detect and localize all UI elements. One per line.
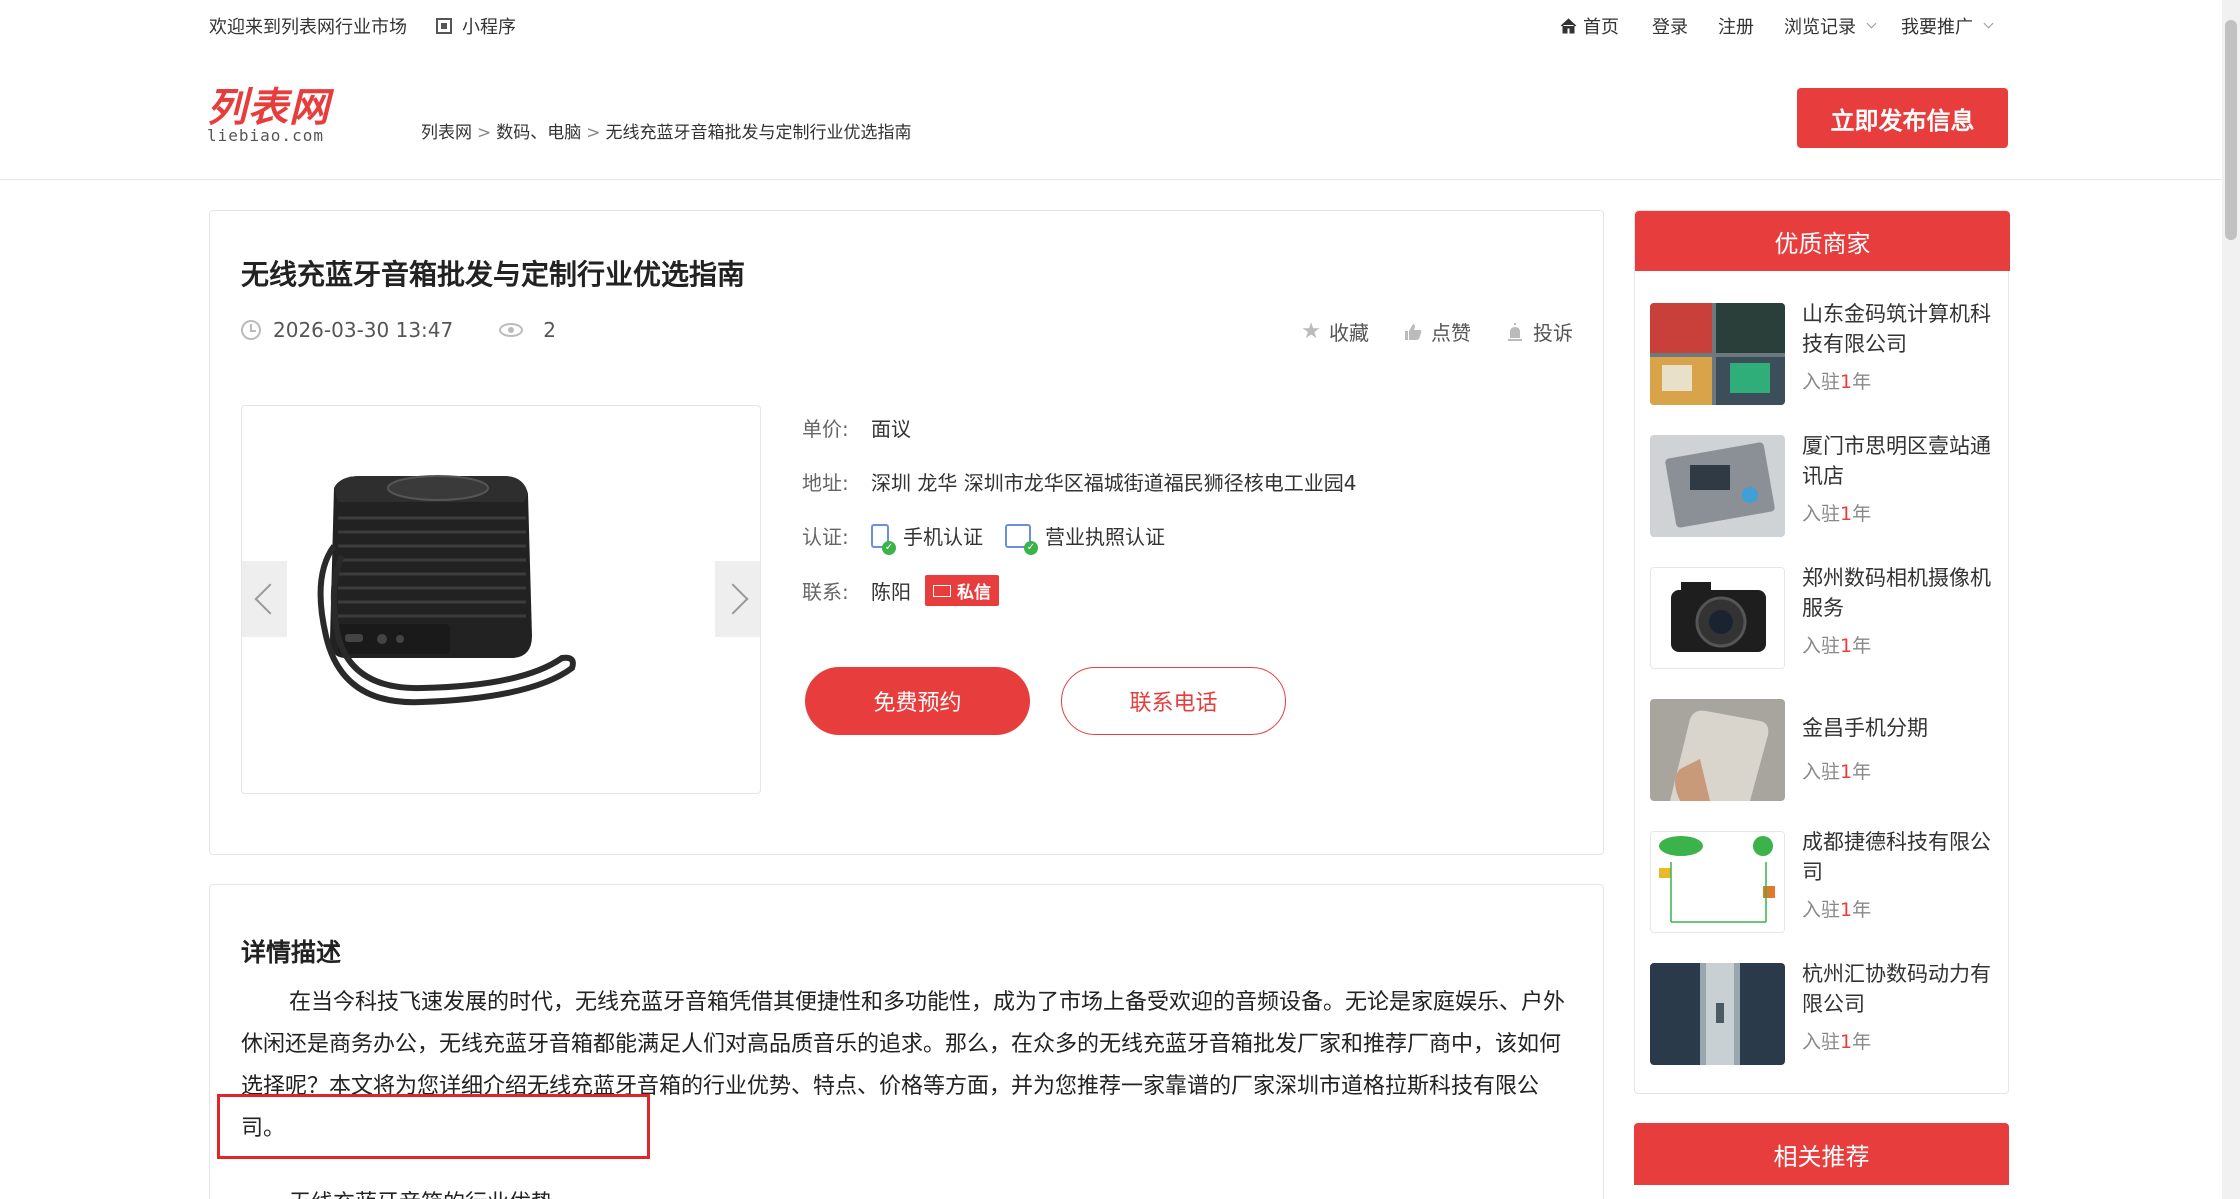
like-label: 点赞 <box>1431 321 1471 345</box>
contact-row: 联系: 陈阳 私信 <box>802 575 999 606</box>
listing-actions: ★ 收藏 点赞 投诉 <box>1301 317 1573 346</box>
description-subheading: 无线充蓝牙音箱的行业优势 <box>289 1185 553 1199</box>
like-button[interactable]: 点赞 <box>1403 317 1471 346</box>
clock-icon <box>241 320 261 340</box>
merchant-years: 入驻1年 <box>1802 761 1872 783</box>
view-count: 2 <box>543 318 556 342</box>
merchant-years: 入驻1年 <box>1802 899 1872 921</box>
address-row: 地址: 深圳 龙华 深圳市龙华区福城街道福民狮径核电工业园4 <box>802 467 1356 496</box>
related-recommendations-title: 相关推荐 <box>1634 1123 2009 1185</box>
logo-cn: 列表网 <box>207 86 330 130</box>
price-value: 面议 <box>871 417 911 441</box>
merchant-image <box>1650 303 1785 405</box>
nav-register[interactable]: 注册 <box>1718 13 1754 39</box>
price-label: 单价: <box>802 417 849 441</box>
merchant-item[interactable]: 杭州汇协数码动力有限公司 入驻1年 <box>1650 962 1995 1065</box>
logo-en: liebiao.com <box>207 126 324 145</box>
home-icon <box>1560 18 1577 34</box>
eye-icon <box>499 323 524 337</box>
breadcrumb-item[interactable]: 数码、电脑 <box>496 123 581 143</box>
envelope-icon <box>933 584 951 597</box>
site-logo[interactable]: 列表网 liebiao.com <box>207 88 337 144</box>
merchant-name: 成都捷德科技有限公司 <box>1802 830 1991 884</box>
cert-license: 营业执照认证 <box>1045 525 1165 549</box>
star-icon: ★ <box>1301 319 1321 344</box>
mini-program-label: 小程序 <box>462 17 516 38</box>
description-title: 详情描述 <box>241 938 342 967</box>
contact-label: 联系: <box>802 580 849 604</box>
site-header: 列表网 liebiao.com 列表网 > 数码、电脑 > 无线充蓝牙音箱批发与定制行业… <box>0 52 2222 180</box>
listing-meta: 2026-03-30 13:47 2 <box>241 318 556 342</box>
gallery-prev-button[interactable] <box>242 561 287 637</box>
price-row: 单价: 面议 <box>802 413 911 442</box>
nav-history[interactable]: 浏览记录 <box>1784 13 1877 39</box>
contact-phone-button[interactable]: 联系电话 <box>1061 667 1286 735</box>
publish-button[interactable]: 立即发布信息 <box>1797 88 2008 148</box>
thumbs-up-icon <box>1405 323 1422 340</box>
top-bar: 欢迎来到列表网行业市场 小程序 首页 登录 注册 浏览记录 我要推广 <box>0 0 2240 52</box>
favorite-button[interactable]: ★ 收藏 <box>1301 317 1369 346</box>
merchant-name: 金昌手机分期 <box>1802 716 1928 740</box>
favorite-label: 收藏 <box>1329 321 1369 345</box>
nav-home[interactable]: 首页 <box>1560 13 1619 39</box>
merchant-image <box>1650 435 1785 537</box>
nav-promote-label: 我要推广 <box>1901 17 1973 38</box>
product-gallery <box>241 405 761 794</box>
merchant-years: 入驻1年 <box>1802 371 1872 393</box>
cert-label: 认证: <box>802 525 849 549</box>
listing-title: 无线充蓝牙音箱批发与定制行业优选指南 <box>241 258 746 291</box>
merchant-name: 郑州数码相机摄像机服务 <box>1802 566 1991 620</box>
merchant-item[interactable]: 山东金码筑计算机科技有限公司 入驻1年 <box>1650 302 1995 405</box>
merchant-image <box>1650 831 1785 933</box>
product-image <box>317 475 576 706</box>
listing-card: 无线充蓝牙音箱批发与定制行业优选指南 2026-03-30 13:47 2 ★ 收… <box>209 210 1604 855</box>
mini-program-link[interactable]: 小程序 <box>436 13 516 39</box>
merchant-years: 入驻1年 <box>1802 635 1872 657</box>
qr-code-icon <box>436 18 452 34</box>
free-booking-button[interactable]: 免费预约 <box>805 667 1030 735</box>
merchant-image <box>1650 567 1785 669</box>
post-date: 2026-03-30 13:47 <box>273 318 454 342</box>
breadcrumb-item[interactable]: 无线充蓝牙音箱批发与定制行业优选指南 <box>606 123 912 143</box>
address-value: 深圳 龙华 深圳市龙华区福城街道福民狮径核电工业园4 <box>871 471 1357 495</box>
private-message-label: 私信 <box>957 583 991 603</box>
merchant-image <box>1650 699 1785 801</box>
gallery-next-button[interactable] <box>715 561 760 637</box>
private-message-button[interactable]: 私信 <box>925 575 999 606</box>
merchant-image <box>1650 963 1785 1065</box>
breadcrumb-item[interactable]: 列表网 <box>421 123 472 143</box>
nav-history-label: 浏览记录 <box>1784 17 1856 38</box>
welcome-text: 欢迎来到列表网行业市场 <box>209 17 407 38</box>
merchant-name: 厦门市思明区壹站通讯店 <box>1802 434 1991 488</box>
scrollbar-thumb[interactable] <box>2225 20 2237 240</box>
breadcrumb: 列表网 > 数码、电脑 > 无线充蓝牙音箱批发与定制行业优选指南 <box>421 123 912 143</box>
merchant-name: 山东金码筑计算机科技有限公司 <box>1802 302 1991 356</box>
license-cert-icon <box>1005 523 1038 555</box>
nav-home-label: 首页 <box>1583 17 1619 38</box>
merchant-item[interactable]: 成都捷德科技有限公司 入驻1年 <box>1650 830 1995 933</box>
address-label: 地址: <box>802 471 849 495</box>
merchant-years: 入驻1年 <box>1802 503 1872 525</box>
chevron-down-icon <box>1866 18 1877 29</box>
report-button[interactable]: 投诉 <box>1505 317 1573 346</box>
report-label: 投诉 <box>1533 321 1573 345</box>
cert-phone: 手机认证 <box>903 525 983 549</box>
quality-merchants-panel: 优质商家 山东金码筑计算机科技有限公司 入驻1年 厦门市思明区壹站通讯店 入驻1… <box>1634 210 2010 1094</box>
nav-promote[interactable]: 我要推广 <box>1901 13 1994 39</box>
cert-row: 认证: 手机认证 营业执照认证 <box>802 521 1165 555</box>
contact-name: 陈阳 <box>871 580 911 604</box>
highlight-box <box>217 1094 650 1159</box>
merchant-years: 入驻1年 <box>1802 1031 1872 1053</box>
chevron-down-icon <box>1983 18 1994 29</box>
nav-login[interactable]: 登录 <box>1652 13 1688 39</box>
quality-merchants-title: 优质商家 <box>1635 211 2010 271</box>
merchant-item[interactable]: 郑州数码相机摄像机服务 入驻1年 <box>1650 566 1995 669</box>
merchant-name: 杭州汇协数码动力有限公司 <box>1802 962 1991 1016</box>
merchant-item[interactable]: 金昌手机分期 入驻1年 <box>1650 699 1995 801</box>
phone-cert-icon <box>871 523 896 555</box>
alarm-icon <box>1508 322 1522 341</box>
merchant-item[interactable]: 厦门市思明区壹站通讯店 入驻1年 <box>1650 434 1995 537</box>
